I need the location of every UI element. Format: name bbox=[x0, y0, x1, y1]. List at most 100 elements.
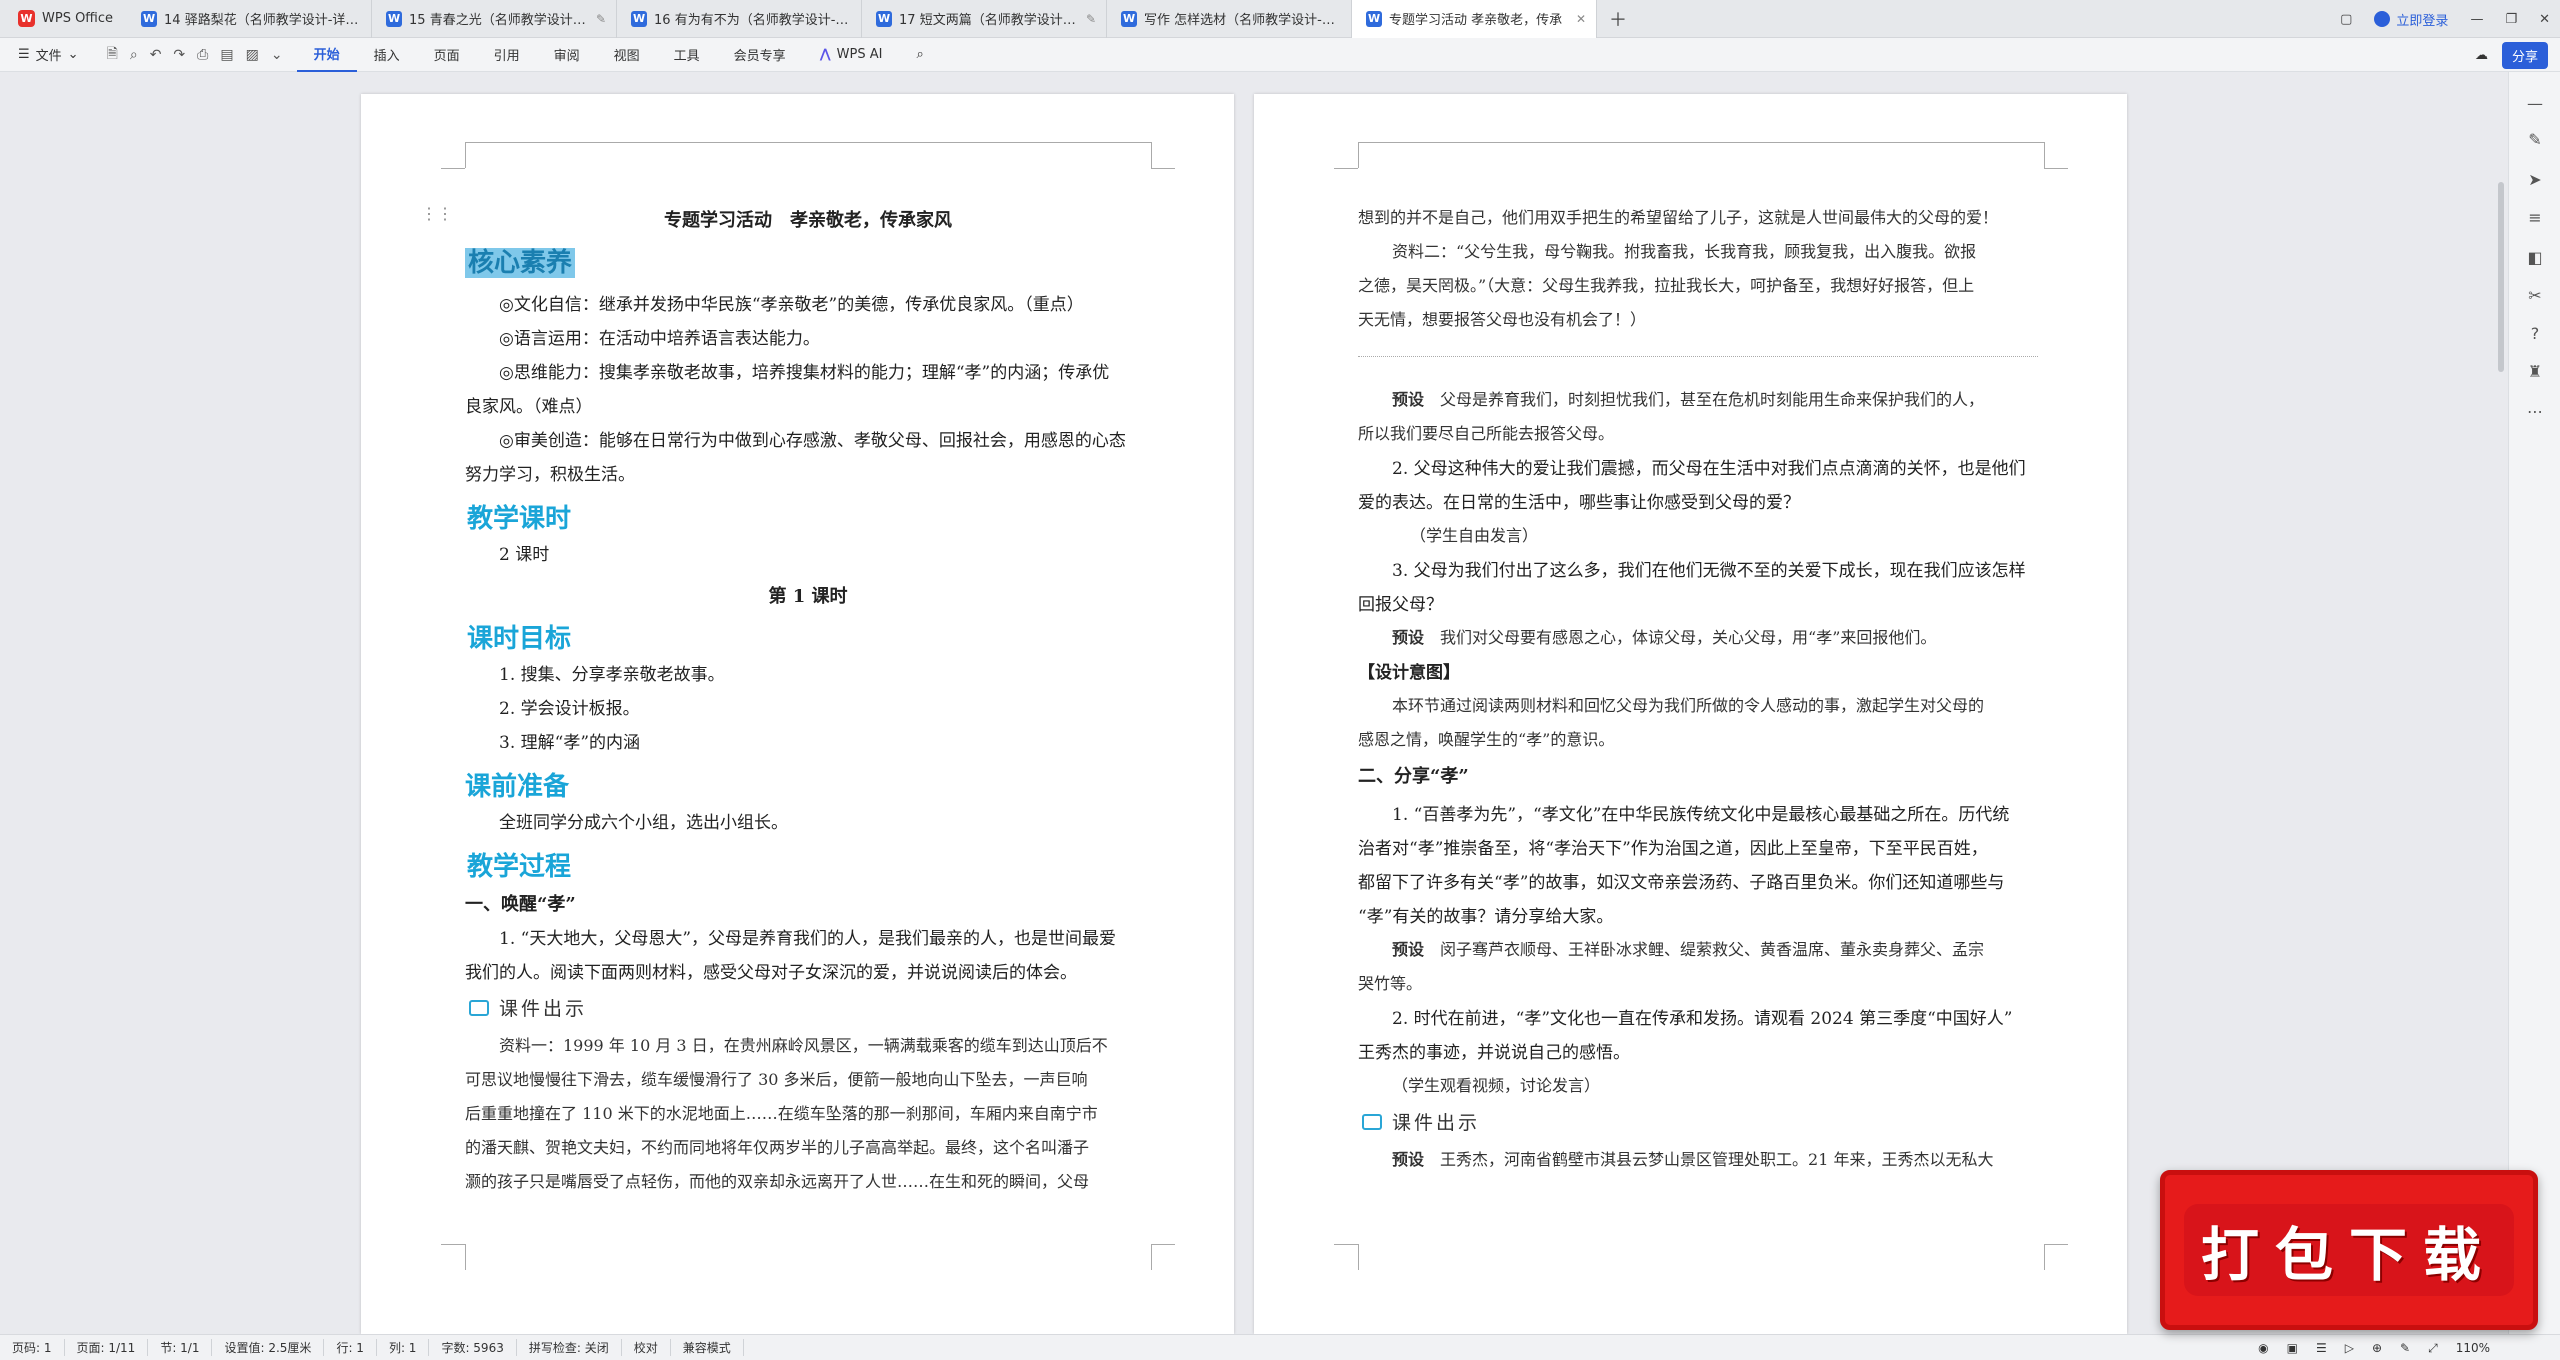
wps-office-tab[interactable]: W WPS Office bbox=[0, 0, 127, 38]
menu-tools[interactable]: 工具 bbox=[657, 38, 717, 72]
doc-tab-label: 15 青春之光（名师教学设计-详案） bbox=[409, 13, 590, 28]
question-2-cont: 爱的表达。在日常的生活中，哪些事让你感受到父母的爱？ bbox=[1358, 493, 1800, 513]
download-banner[interactable]: 打包下载 bbox=[2160, 1170, 2538, 1330]
doc-title: 专题学习活动 孝亲敬老，传承家风 bbox=[664, 210, 952, 231]
core-item-2: ◎语言运用：在活动中培养语言表达能力。 bbox=[499, 329, 820, 349]
format-painter-icon[interactable]: ⌕ bbox=[130, 47, 138, 63]
pen-icon[interactable]: ✎ bbox=[2525, 130, 2545, 150]
material-2-cont: 天无情，想要报答父母也没有机会了！） bbox=[1358, 310, 1647, 329]
status-right: ◉ ▣ ☰ ▷ ⊕ ✎ ⤢ 110% bbox=[2258, 1335, 2490, 1360]
word-doc-icon: W bbox=[876, 10, 893, 27]
vertical-scrollbar[interactable] bbox=[2498, 182, 2504, 372]
status-proofread[interactable]: 校对 bbox=[622, 1339, 671, 1356]
skin-icon[interactable]: ♜ bbox=[2525, 362, 2545, 382]
login-label: 立即登录 bbox=[2396, 13, 2449, 29]
image-icon[interactable]: ▨ bbox=[246, 47, 259, 63]
wps-ai-button[interactable]: ⋀ WPS AI bbox=[803, 38, 900, 72]
new-tab-icon[interactable]: ＋ bbox=[1597, 6, 1639, 32]
file-menu[interactable]: ☰ 文件 ⌄ bbox=[0, 45, 93, 64]
pen-mode-icon[interactable]: ✎ bbox=[2400, 1341, 2410, 1355]
goal-2: 2. 学会设计板报。 bbox=[499, 699, 640, 719]
share-button[interactable]: 分享 bbox=[2501, 41, 2548, 69]
outline-view-icon[interactable]: ☰ bbox=[2316, 1341, 2327, 1355]
status-column: 列: 1 bbox=[377, 1339, 430, 1356]
minimize-icon[interactable]: — bbox=[2470, 12, 2483, 27]
page-1[interactable]: ⋮⋮ 专题学习活动 孝亲敬老，传承家风 核心素养 ◎文化自信：继承并发扬中华民族… bbox=[361, 94, 1234, 1334]
status-compat-mode: 兼容模式 bbox=[671, 1339, 744, 1356]
doc-tab-1[interactable]: W 14 驿路梨花（名师教学设计-详案） bbox=[127, 0, 373, 38]
question-3: 3. 父母为我们付出了这么多，我们在他们无微不至的关爱下成长，现在我们应该怎样 bbox=[1392, 561, 2026, 581]
translate-icon[interactable]: ◧ bbox=[2525, 248, 2545, 268]
menu-home[interactable]: 开始 bbox=[296, 38, 357, 72]
margin-mark bbox=[441, 168, 465, 169]
help-icon[interactable]: ? bbox=[2525, 324, 2545, 344]
drag-handle-icon[interactable]: ⋮⋮ bbox=[421, 204, 453, 223]
status-pages[interactable]: 页面: 1/11 bbox=[65, 1339, 149, 1356]
preset-tag: 预设 bbox=[1392, 628, 1425, 647]
hamburger-icon: ☰ bbox=[18, 47, 30, 62]
export-pdf-icon[interactable]: ▤ bbox=[220, 47, 233, 63]
doc-tab-4[interactable]: W 17 短文两篇（名师教学设计-详案） ✎ bbox=[862, 0, 1108, 38]
menu-insert[interactable]: 插入 bbox=[357, 38, 417, 72]
cloud-sync-icon[interactable]: ☁ bbox=[2475, 48, 2488, 63]
eye-icon[interactable]: ◉ bbox=[2258, 1341, 2268, 1355]
doc-tab-5[interactable]: W 写作 怎样选材（名师教学设计-详案） bbox=[1107, 0, 1353, 38]
login-button[interactable]: 立即登录 bbox=[2374, 10, 2448, 29]
menu-view[interactable]: 视图 bbox=[597, 38, 657, 72]
share-para: 1. “百善孝为先”，“孝文化”在中华民族传统文化中是最核心最基础之所在。历代统 bbox=[1392, 805, 2010, 825]
menu-member[interactable]: 会员专享 bbox=[717, 38, 803, 72]
menu-references[interactable]: 引用 bbox=[477, 38, 537, 72]
core-item-4-cont: 努力学习，积极生活。 bbox=[465, 465, 635, 485]
more-chevron-icon[interactable]: ⌄ bbox=[271, 47, 283, 63]
status-spell-check[interactable]: 拼写检查: 关闭 bbox=[517, 1339, 622, 1356]
fit-page-icon[interactable]: ⤢ bbox=[2428, 1341, 2438, 1356]
watch-video: （学生观看视频，讨论发言） bbox=[1392, 1076, 1601, 1095]
doc-tab-2[interactable]: W 15 青春之光（名师教学设计-详案） ✎ bbox=[372, 0, 618, 38]
restore-icon[interactable]: ❐ bbox=[2505, 12, 2517, 27]
core-item-4: ◎审美创造：能够在日常行为中做到心存感激、孝敬父母、回报社会，用感恩的心态 bbox=[499, 431, 1126, 451]
material-1-cont: 的潘天麒、贺艳文夫妇，不约而同地将年仅两岁半的儿子高高举起。最终，这个名叫潘子 bbox=[465, 1138, 1090, 1157]
preset-3: 预设 闵子骞芦衣顺母、王祥卧冰求鲤、缇萦救父、黄香温席、董永卖身葬父、孟宗 bbox=[1392, 936, 1984, 960]
print-icon[interactable]: ⎙ bbox=[197, 47, 208, 63]
status-setting: 设置值: 2.5厘米 bbox=[212, 1339, 325, 1356]
menu-review[interactable]: 审阅 bbox=[537, 38, 597, 72]
tab-bar: W WPS Office W 14 驿路梨花（名师教学设计-详案） W 15 青… bbox=[0, 0, 2560, 38]
redo-icon[interactable]: ↷ bbox=[173, 47, 185, 63]
doc-tab-3[interactable]: W 16 有为有不为（名师教学设计-详案） bbox=[617, 0, 863, 38]
tab-close-icon[interactable]: ✎ bbox=[596, 12, 606, 26]
save-icon[interactable]: 🗎 bbox=[107, 43, 118, 67]
tab-edit-icon[interactable]: ✎ bbox=[1086, 12, 1096, 26]
close-window-icon[interactable]: ✕ bbox=[2539, 12, 2550, 27]
play-icon[interactable]: ▷ bbox=[2345, 1341, 2354, 1355]
menu-bar: ☰ 文件 ⌄ 🗎 ⌕ ↶ ↷ ⎙ ▤ ▨ ⌄ 开始 插入 页面 引用 审阅 视图… bbox=[0, 38, 2560, 72]
zoom-level[interactable]: 110% bbox=[2456, 1341, 2490, 1355]
margin-mark bbox=[2044, 142, 2045, 168]
doc-tab-active[interactable]: W 专题学习活动 孝亲敬老，传承 ✕ bbox=[1352, 0, 1598, 38]
menu-page[interactable]: 页面 bbox=[417, 38, 477, 72]
tab-close-icon[interactable]: ✕ bbox=[1576, 12, 1586, 26]
question-2: 2. 父母这种伟大的爱让我们震撼，而父母在生活中对我们点点滴滴的关怀，也是他们 bbox=[1392, 459, 2026, 479]
tools-icon[interactable]: ✂ bbox=[2525, 286, 2545, 306]
adjust-icon[interactable]: ≡ bbox=[2525, 208, 2545, 228]
share-para-2: 2. 时代在前进，“孝”文化也一直在传承和发扬。请观看 2024 第三季度“中国… bbox=[1392, 1009, 2013, 1029]
layout-icon[interactable]: ▢ bbox=[2340, 12, 2352, 27]
document-canvas[interactable]: ⋮⋮ 专题学习活动 孝亲敬老，传承家风 核心素养 ◎文化自信：继承并发扬中华民族… bbox=[0, 72, 2560, 1334]
word-doc-icon: W bbox=[1121, 10, 1138, 27]
web-view-icon[interactable]: ⊕ bbox=[2372, 1341, 2382, 1355]
margin-mark bbox=[1334, 1244, 1358, 1245]
download-banner-text: 打包下载 bbox=[2184, 1204, 2514, 1296]
search-icon[interactable]: ⌕ bbox=[899, 38, 940, 72]
section-1-heading: 一、唤醒“孝” bbox=[465, 894, 576, 915]
margin-mark bbox=[465, 1244, 466, 1270]
page-2[interactable]: 想到的并不是自己，他们用双手把生的希望留给了儿子，这就是人世间最伟大的父母的爱！… bbox=[1254, 94, 2127, 1334]
doc-tab-label: 17 短文两篇（名师教学设计-详案） bbox=[899, 13, 1080, 28]
status-word-count[interactable]: 字数: 5963 bbox=[429, 1339, 517, 1356]
heading-prep: 课前准备 bbox=[465, 772, 570, 802]
page-view-icon[interactable]: ▣ bbox=[2287, 1341, 2298, 1355]
more-icon[interactable]: ⋯ bbox=[2525, 402, 2545, 422]
undo-icon[interactable]: ↶ bbox=[150, 47, 162, 63]
heading-hours: 教学课时 bbox=[467, 504, 572, 534]
collapse-icon[interactable]: — bbox=[2525, 94, 2545, 114]
header-line bbox=[465, 142, 1151, 143]
select-icon[interactable]: ➤ bbox=[2525, 170, 2545, 190]
